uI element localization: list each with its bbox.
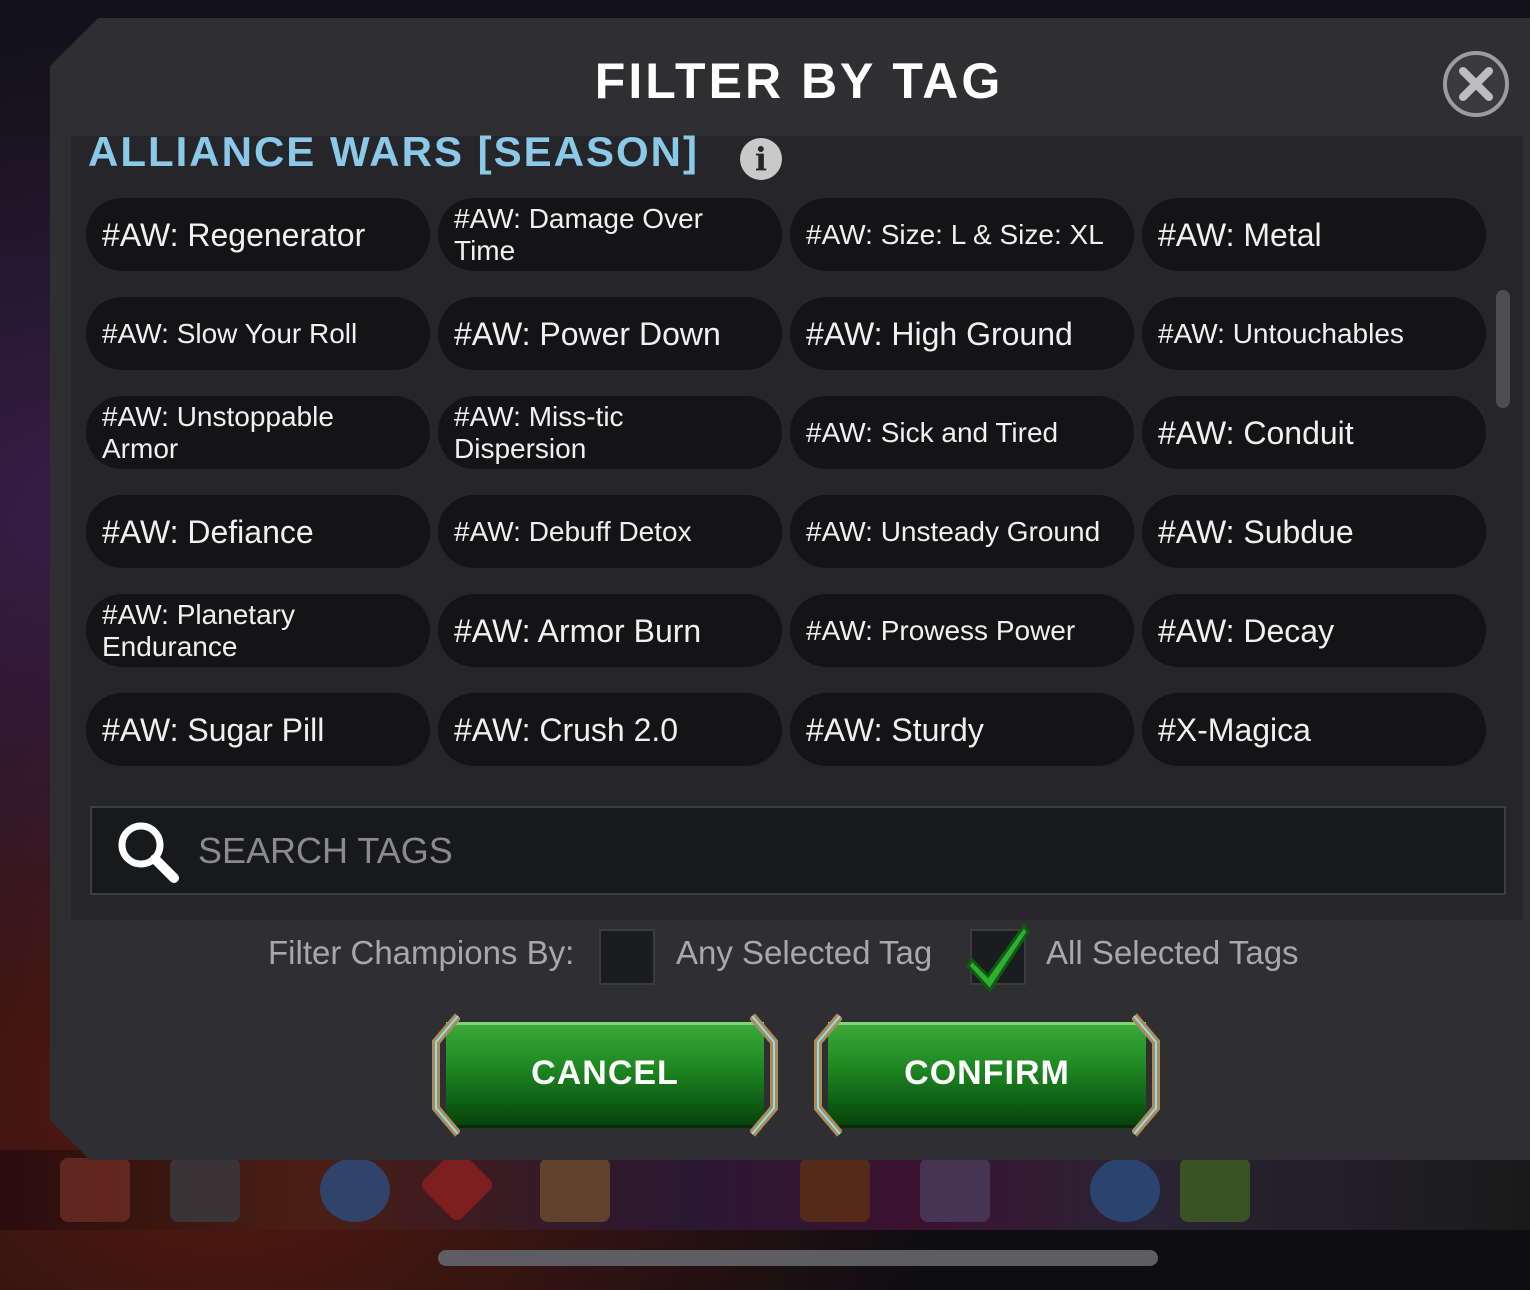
tag-pill[interactable]: #AW: Sick and Tired	[790, 396, 1134, 469]
tag-pill[interactable]: #AW: Armor Burn	[438, 594, 782, 667]
any-tag-label: Any Selected Tag	[676, 934, 933, 971]
tag-pill[interactable]: #AW: Planetary Endurance	[86, 594, 430, 667]
close-icon	[1459, 67, 1493, 101]
modal-title: FILTER BY TAG	[594, 53, 1004, 109]
tag-pill[interactable]: #AW: Defiance	[86, 495, 430, 568]
search-icon	[118, 822, 179, 883]
filter-by-label: Filter Champions By:	[268, 934, 575, 971]
champion-portrait	[800, 1158, 870, 1222]
champion-portrait	[1180, 1158, 1250, 1222]
class-icon	[320, 1158, 390, 1222]
tag-pill[interactable]: #AW: Debuff Detox	[438, 495, 782, 568]
cancel-label: CANCEL	[531, 1054, 679, 1092]
tag-pill[interactable]: #AW: Crush 2.0	[438, 693, 782, 766]
tag-pill[interactable]: #AW: Size: L & Size: XL	[790, 198, 1134, 271]
search-input[interactable]	[196, 822, 1490, 880]
scrollbar[interactable]	[1496, 290, 1510, 408]
tag-pill[interactable]: #X-Magica	[1142, 693, 1486, 766]
all-tags-label: All Selected Tags	[1046, 934, 1299, 971]
class-icon	[1090, 1158, 1160, 1222]
home-indicator	[438, 1250, 1158, 1266]
tag-pill[interactable]: #AW: Regenerator	[86, 198, 430, 271]
tag-pill[interactable]: #AW: Sugar Pill	[86, 693, 430, 766]
tag-pill[interactable]: #AW: Untouchables	[1142, 297, 1486, 370]
tag-pill[interactable]: #AW: Conduit	[1142, 396, 1486, 469]
tag-pill[interactable]: #AW: High Ground	[790, 297, 1134, 370]
tag-pill[interactable]: #AW: Damage Over Time	[438, 198, 782, 271]
tag-pill[interactable]: #AW: Sturdy	[790, 693, 1134, 766]
any-tag-checkbox[interactable]	[599, 929, 655, 985]
section-title: ALLIANCE WARS [SEASON]	[88, 128, 699, 175]
tag-pill[interactable]: #AW: Power Down	[438, 297, 782, 370]
tag-pill[interactable]: #AW: Metal	[1142, 198, 1486, 271]
tag-pill[interactable]: #AW: Decay	[1142, 594, 1486, 667]
tag-pill[interactable]: #AW: Unsteady Ground	[790, 495, 1134, 568]
close-button[interactable]	[1443, 51, 1509, 117]
checkmark-icon	[966, 923, 1030, 993]
tag-pill[interactable]: #AW: Slow Your Roll	[86, 297, 430, 370]
info-icon[interactable]: i	[740, 138, 782, 180]
confirm-button[interactable]: CONFIRM	[814, 1013, 1160, 1137]
champion-portrait	[170, 1158, 240, 1222]
champion-portrait	[540, 1158, 610, 1222]
tag-grid: #AW: Regenerator #AW: Damage Over Time #AW…	[86, 198, 1486, 773]
cancel-button[interactable]: CANCEL	[432, 1013, 778, 1137]
champion-portrait	[920, 1158, 990, 1222]
tag-pill[interactable]: #AW: Miss-tic Dispersion	[438, 396, 782, 469]
tag-pill[interactable]: #AW: Subdue	[1142, 495, 1486, 568]
confirm-label: CONFIRM	[904, 1054, 1070, 1092]
tag-pill[interactable]: #AW: Prowess Power	[790, 594, 1134, 667]
tag-pill[interactable]: #AW: Unstoppable Armor	[86, 396, 430, 469]
champion-portrait	[60, 1158, 130, 1222]
